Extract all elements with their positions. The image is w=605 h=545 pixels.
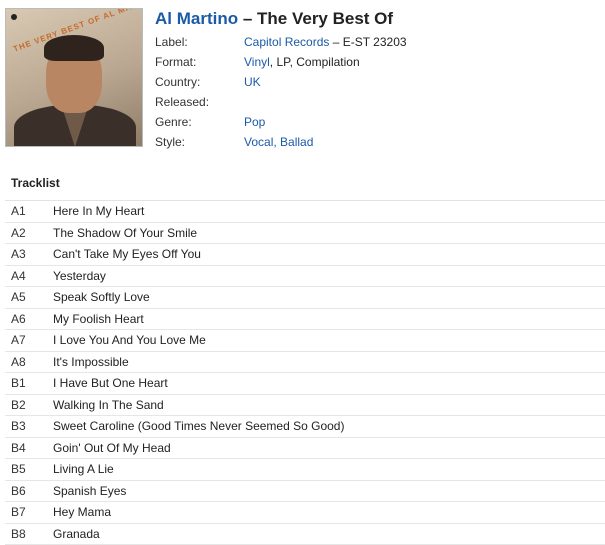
track-row: A8It's Impossible [5,352,605,374]
track-title: Goin' Out Of My Head [53,438,171,459]
info-value-link[interactable]: Vinyl [244,55,270,69]
track-position: A2 [5,223,53,244]
track-position: A4 [5,266,53,287]
track-position: A3 [5,244,53,265]
track-title: It's Impossible [53,352,129,373]
track-row: B2Walking In The Sand [5,395,605,417]
track-row: A7I Love You And You Love Me [5,330,605,352]
info-label: Released: [155,92,244,112]
info-row: Format:Vinyl, LP, Compilation [155,52,595,72]
track-title: Yesterday [53,266,106,287]
track-position: B1 [5,373,53,394]
track-position: B7 [5,502,53,523]
track-title: Hey Mama [53,502,111,523]
info-label: Label: [155,32,244,52]
info-value-link[interactable]: Capitol Records [244,35,329,49]
track-row: B1I Have But One Heart [5,373,605,395]
track-title: Can't Take My Eyes Off You [53,244,201,265]
track-position: B2 [5,395,53,416]
track-position: A5 [5,287,53,308]
track-title: I Love You And You Love Me [53,330,206,351]
track-position: A6 [5,309,53,330]
track-position: B3 [5,416,53,437]
info-value: Capitol Records – E-ST 23203 [244,32,407,52]
track-row: B5Living A Lie [5,459,605,481]
release-header: Al Martino – The Very Best Of Label:Capi… [155,8,595,152]
info-label: Genre: [155,112,244,132]
track-row: A1Here In My Heart [5,201,605,223]
track-position: A7 [5,330,53,351]
release-info: Label:Capitol Records – E-ST 23203Format… [155,32,595,152]
info-row: Label:Capitol Records – E-ST 23203 [155,32,595,52]
track-title: Living A Lie [53,459,114,480]
track-title: My Foolish Heart [53,309,144,330]
track-title: Here In My Heart [53,201,144,222]
info-value-link[interactable]: Vocal, Ballad [244,135,313,149]
track-row: A5Speak Softly Love [5,287,605,309]
track-row: B7Hey Mama [5,502,605,524]
info-row: Style:Vocal, Ballad [155,132,595,152]
info-value: Vinyl, LP, Compilation [244,52,360,72]
info-value-link[interactable]: UK [244,75,261,89]
info-label: Format: [155,52,244,72]
track-row: A6My Foolish Heart [5,309,605,331]
info-value-text: , LP, Compilation [270,55,360,69]
track-row: B6Spanish Eyes [5,481,605,503]
title-separator: – [238,9,257,28]
track-row: A4Yesterday [5,266,605,288]
album-cover-image[interactable]: THE VERY BEST OF AL MARTINO [5,8,143,147]
info-value-text: – E-ST 23203 [329,35,406,49]
track-position: A8 [5,352,53,373]
info-value: UK [244,72,261,92]
info-label: Style: [155,132,244,152]
track-row: B8Granada [5,524,605,545]
track-row: A3Can't Take My Eyes Off You [5,244,605,266]
track-row: B3Sweet Caroline (Good Times Never Seeme… [5,416,605,438]
track-position: A1 [5,201,53,222]
info-value-link[interactable]: Pop [244,115,265,129]
track-position: B8 [5,524,53,545]
track-title: Spanish Eyes [53,481,126,502]
label-logo-icon [11,14,17,20]
info-value: Pop [244,112,265,132]
info-row: Genre:Pop [155,112,595,132]
track-row: B4Goin' Out Of My Head [5,438,605,460]
info-row: Country:UK [155,72,595,92]
track-position: B5 [5,459,53,480]
album-title: The Very Best Of [257,9,393,28]
track-title: Walking In The Sand [53,395,164,416]
track-title: Granada [53,524,100,545]
track-title: Sweet Caroline (Good Times Never Seemed … [53,416,344,437]
artist-link[interactable]: Al Martino [155,9,238,28]
info-row: Released: [155,92,595,112]
track-row: A2The Shadow Of Your Smile [5,223,605,245]
track-title: I Have But One Heart [53,373,168,394]
info-value: Vocal, Ballad [244,132,313,152]
tracklist-heading: Tracklist [11,176,60,190]
release-title: Al Martino – The Very Best Of [155,8,595,30]
track-title: The Shadow Of Your Smile [53,223,197,244]
track-position: B4 [5,438,53,459]
tracklist-table: A1Here In My HeartA2The Shadow Of Your S… [5,200,605,545]
track-position: B6 [5,481,53,502]
info-label: Country: [155,72,244,92]
track-title: Speak Softly Love [53,287,150,308]
